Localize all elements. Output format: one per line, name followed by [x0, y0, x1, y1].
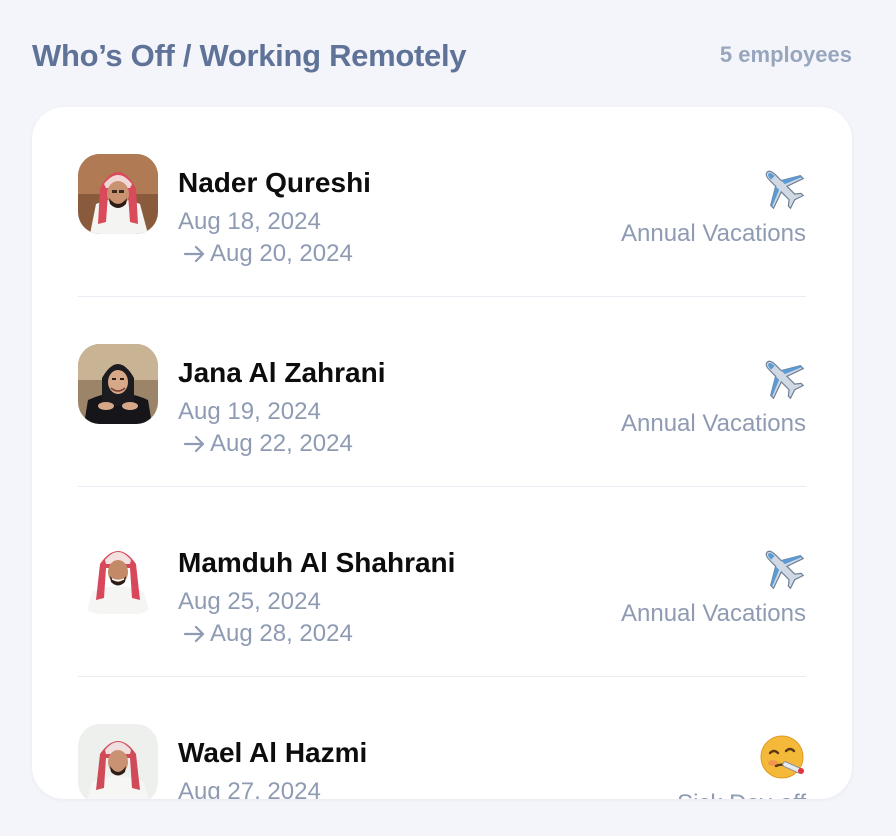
list-item[interactable]: Jana Al Zahrani Aug 19, 2024 Aug 22, 202…: [78, 297, 806, 487]
leave-type-label: Annual Vacations: [620, 410, 806, 437]
leave-type-label: Sick Day-off: [677, 790, 806, 799]
end-date-group: Aug 20, 2024: [182, 240, 353, 268]
employee-name: Wael Al Hazmi: [178, 737, 368, 768]
list-item[interactable]: Nader Qureshi Aug 18, 2024 Aug 20, 2024 …: [78, 107, 806, 297]
avatar: [78, 724, 158, 799]
header: Who’s Off / Working Remotely 5 employees: [32, 38, 852, 82]
leave-type-label: Annual Vacations: [620, 600, 806, 627]
leave-type-label: Annual Vacations: [620, 220, 806, 247]
arrow-right-icon: [183, 245, 205, 263]
end-date-group: Aug 22, 2024: [182, 430, 353, 458]
airplane-icon: [765, 170, 805, 210]
avatar: [78, 344, 158, 424]
whos-off-card: Nader Qureshi Aug 18, 2024 Aug 20, 2024 …: [32, 107, 852, 799]
start-date: Aug 25, 2024: [178, 588, 321, 615]
list-item[interactable]: Wael Al Hazmi Aug 27, 2024 Sick Day-off: [78, 677, 806, 799]
start-date: Aug 27, 2024: [178, 778, 321, 799]
list-item[interactable]: Mamduh Al Shahrani Aug 25, 2024 Aug 28, …: [78, 487, 806, 677]
start-date: Aug 19, 2024: [178, 398, 321, 425]
arrow-right-icon: [183, 435, 205, 453]
airplane-icon: [765, 360, 805, 400]
arrow-right-icon: [183, 625, 205, 643]
employee-list: Nader Qureshi Aug 18, 2024 Aug 20, 2024 …: [78, 107, 806, 799]
end-date: Aug 22, 2024: [210, 430, 353, 457]
employee-name: Nader Qureshi: [178, 167, 371, 198]
end-date: Aug 28, 2024: [210, 620, 353, 647]
start-date: Aug 18, 2024: [178, 208, 321, 235]
page-title: Who’s Off / Working Remotely: [32, 38, 467, 73]
airplane-icon: [765, 550, 805, 590]
avatar: [78, 534, 158, 614]
employee-count: 5 employees: [719, 42, 852, 67]
end-date: Aug 20, 2024: [210, 240, 353, 267]
avatar: [78, 154, 158, 234]
employee-name: Mamduh Al Shahrani: [178, 547, 456, 578]
sick-face-icon: [760, 735, 804, 779]
end-date-group: Aug 28, 2024: [182, 620, 353, 648]
employee-name: Jana Al Zahrani: [178, 357, 386, 388]
